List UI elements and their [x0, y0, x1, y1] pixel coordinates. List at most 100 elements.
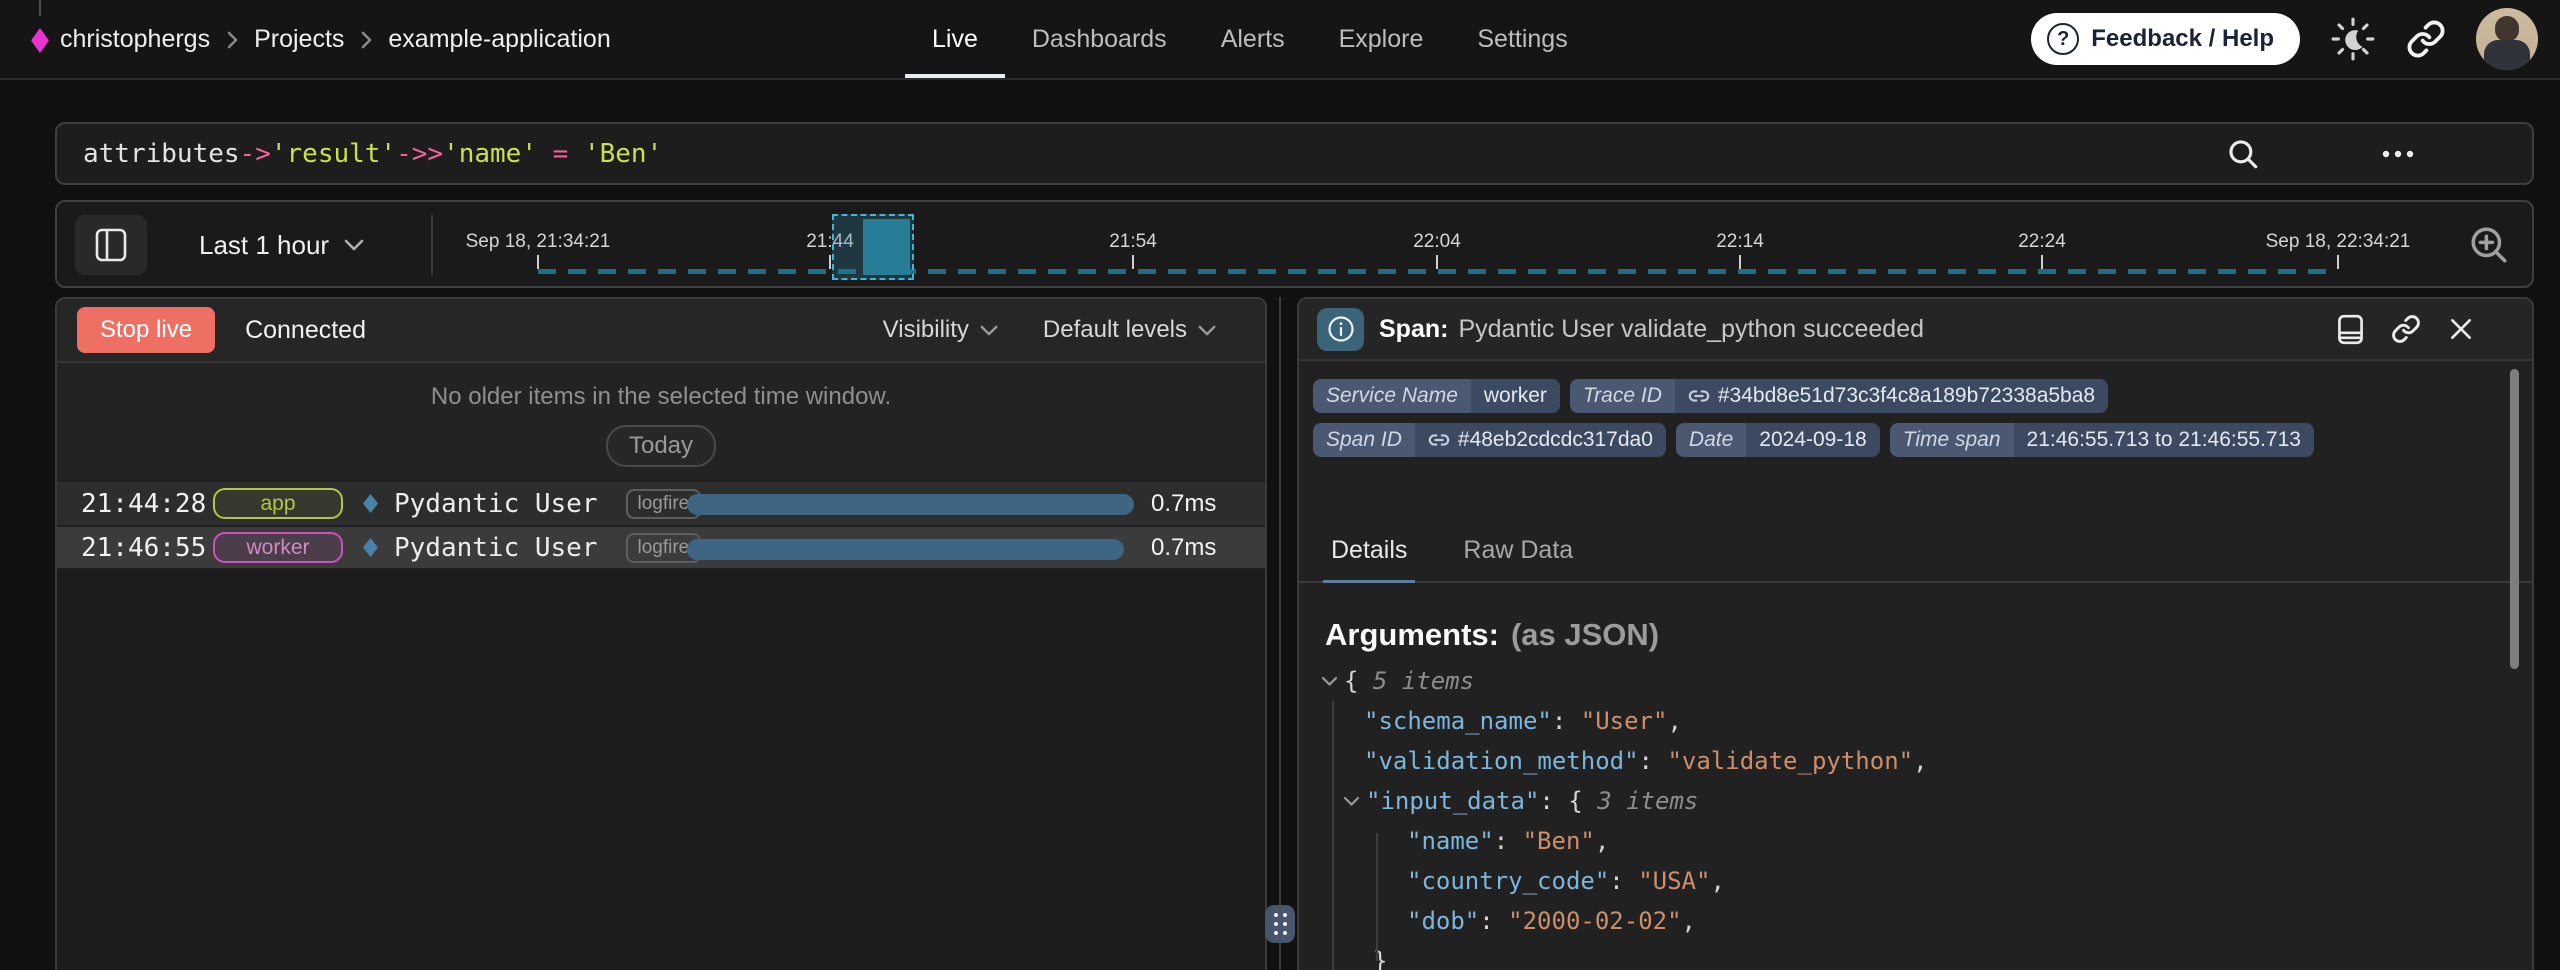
logo-pointer-line	[39, 0, 41, 16]
timeline-activity-track[interactable]	[538, 269, 2338, 274]
date-badge: Date2024-09-18	[1676, 423, 1880, 457]
tab-dashboards[interactable]: Dashboards	[1005, 0, 1194, 78]
json-line: "country_code": "USA",	[1299, 861, 2532, 901]
breadcrumb: christophergs Projects example-applicati…	[60, 0, 611, 78]
span-diamond-icon	[363, 538, 378, 557]
drag-handle-icon[interactable]	[1265, 905, 1295, 943]
share-link-icon[interactable]	[2406, 19, 2446, 59]
tab-details[interactable]: Details	[1327, 536, 1411, 581]
detail-tabs: Details Raw Data	[1299, 527, 2532, 583]
copy-link-icon[interactable]	[2391, 314, 2421, 344]
json-guide-line	[1332, 701, 1334, 970]
trace-row-selected[interactable]: 21:46:55 worker Pydantic User logfire 0.…	[57, 525, 1265, 570]
time-range-label: Last 1 hour	[199, 230, 329, 261]
stop-live-button[interactable]: Stop live	[77, 307, 215, 353]
link-icon	[1688, 385, 1710, 407]
today-button[interactable]: Today	[606, 425, 716, 467]
query-token: ->>	[396, 139, 443, 169]
logo-diamond-icon[interactable]	[31, 28, 49, 53]
span-title: Pydantic User	[394, 489, 598, 519]
timeline-bar: Last 1 hour Sep 18, 21:34:21 21:44 21:54…	[55, 200, 2534, 288]
sidebar-toggle-icon[interactable]	[75, 215, 147, 275]
nav-right-group: ? Feedback / Help	[2031, 0, 2538, 78]
query-token: 'result'	[271, 139, 396, 169]
service-badge: app	[213, 488, 343, 519]
json-line: "dob": "2000-02-02",	[1299, 901, 2532, 941]
connection-status: Connected	[245, 316, 366, 345]
caret-down-icon	[1343, 795, 1360, 807]
span-metadata-badges: Service Nameworker Trace ID #34bd8e51d73…	[1299, 365, 2532, 471]
feedback-help-label: Feedback / Help	[2091, 25, 2274, 53]
trace-list: 21:44:28 app Pydantic User logfire 0.7ms…	[57, 480, 1265, 570]
time-range-selector[interactable]: Last 1 hour	[199, 202, 365, 288]
trace-list-empty-area	[57, 570, 1265, 970]
detail-title: Pydantic User validate_python succeeded	[1458, 315, 1924, 344]
zoom-in-icon[interactable]	[2468, 224, 2510, 266]
chevron-right-icon	[359, 29, 373, 51]
theme-toggle-icon[interactable]	[2330, 16, 2376, 62]
json-line: }	[1299, 941, 2532, 970]
breadcrumb-org[interactable]: christophergs	[60, 25, 210, 54]
duration-label: 0.7ms	[1151, 534, 1216, 562]
live-panel-header: Stop live Connected Visibility Default l…	[57, 299, 1265, 363]
detail-kind-label: Span:	[1379, 315, 1448, 344]
detail-header: Span: Pydantic User validate_python succ…	[1299, 299, 2532, 361]
query-token: 'name'	[443, 139, 537, 169]
user-avatar[interactable]	[2476, 8, 2538, 70]
duration-label: 0.7ms	[1151, 490, 1216, 518]
tab-explore[interactable]: Explore	[1312, 0, 1451, 78]
feedback-help-button[interactable]: ? Feedback / Help	[2031, 13, 2300, 65]
chevron-right-icon	[225, 29, 239, 51]
live-filters: Visibility Default levels	[883, 316, 1245, 344]
trace-time: 21:44:28	[81, 489, 199, 519]
duration-bar	[687, 539, 1124, 560]
duration-bar	[687, 494, 1134, 515]
detail-scrollbar[interactable]	[2510, 369, 2519, 669]
arguments-heading: Arguments:(as JSON)	[1325, 617, 1659, 653]
chevron-down-icon	[1197, 324, 1217, 337]
time-span-badge: Time span21:46:55.713 to 21:46:55.713	[1890, 423, 2314, 457]
empty-state: No older items in the selected time wind…	[57, 363, 1265, 467]
visibility-dropdown[interactable]: Visibility	[883, 316, 999, 344]
caret-down-icon	[1321, 675, 1338, 687]
tab-settings[interactable]: Settings	[1450, 0, 1594, 78]
tab-raw-data[interactable]: Raw Data	[1459, 536, 1577, 581]
info-icon	[1317, 308, 1364, 351]
service-badge: worker	[213, 532, 343, 563]
question-circle-icon: ?	[2047, 23, 2079, 55]
chevron-down-icon	[343, 238, 365, 252]
split-panel-icon[interactable]	[2337, 314, 2364, 345]
default-levels-dropdown[interactable]: Default levels	[1043, 316, 1217, 344]
tab-alerts[interactable]: Alerts	[1194, 0, 1312, 78]
app-root: christophergs Projects example-applicati…	[0, 0, 2560, 970]
json-line: "name": "Ben",	[1299, 821, 2532, 861]
span-diamond-icon	[363, 494, 378, 513]
empty-state-message: No older items in the selected time wind…	[57, 383, 1265, 411]
detail-header-actions	[2337, 314, 2514, 345]
trace-row[interactable]: 21:44:28 app Pydantic User logfire 0.7ms	[57, 480, 1265, 525]
breadcrumb-projects[interactable]: Projects	[254, 25, 344, 54]
close-icon[interactable]	[2448, 316, 2474, 342]
trace-id-badge[interactable]: Trace ID #34bd8e51d73c3f4c8a189b72338a5b…	[1570, 379, 2108, 413]
trace-time: 21:46:55	[81, 533, 199, 563]
timebar-divider	[431, 215, 433, 275]
json-line: "schema_name": "User",	[1299, 701, 2532, 741]
link-icon	[1428, 429, 1450, 451]
panel-divider[interactable]	[1279, 297, 1281, 970]
tab-live[interactable]: Live	[905, 0, 1005, 78]
json-line: "validation_method": "validate_python",	[1299, 741, 2532, 781]
span-title: Pydantic User	[394, 533, 598, 563]
breadcrumb-project-name[interactable]: example-application	[388, 25, 610, 54]
live-view-panel: Stop live Connected Visibility Default l…	[55, 297, 1267, 970]
query-token: ->	[240, 139, 271, 169]
span-detail-panel: Span: Pydantic User validate_python succ…	[1297, 297, 2534, 970]
timeline-selection-bar	[863, 219, 910, 275]
json-line[interactable]: "input_data": { 3 items	[1299, 781, 2532, 821]
query-input[interactable]: attributes->'result'->>'name' = 'Ben'	[55, 122, 2534, 185]
query-token: 'Ben'	[584, 139, 662, 169]
query-token: =	[537, 139, 584, 169]
main-tabs: Live Dashboards Alerts Explore Settings	[905, 0, 1595, 78]
json-line[interactable]: { 5 items	[1299, 661, 2532, 701]
timeline-selection[interactable]	[832, 214, 914, 280]
span-id-badge[interactable]: Span ID #48eb2cdcdc317da0	[1313, 423, 1666, 457]
